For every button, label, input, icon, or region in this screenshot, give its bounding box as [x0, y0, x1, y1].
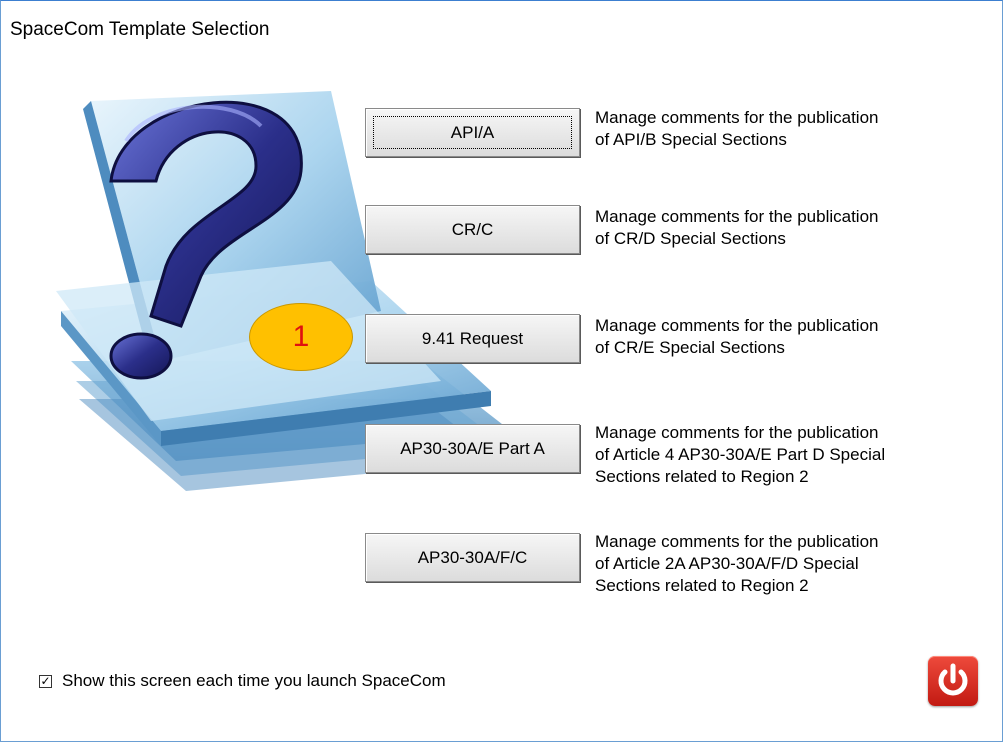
annotation-badge: 1 — [249, 303, 353, 371]
template-description-ap30-30a-e-part-a: Manage comments for the publication of A… — [595, 423, 886, 486]
template-description-cr-c: Manage comments for the publication of C… — [595, 207, 879, 248]
template-button-cr-c[interactable]: CR/C — [365, 205, 580, 254]
exit-button[interactable] — [928, 656, 978, 706]
show-on-launch-label[interactable]: Show this screen each time you launch Sp… — [62, 671, 446, 691]
template-button-ap30-30a-f-c[interactable]: AP30-30A/F/C — [365, 533, 580, 582]
template-description-9-41-request: Manage comments for the publication of C… — [595, 316, 879, 357]
show-on-launch-checkbox[interactable]: ✓ — [39, 674, 52, 688]
show-on-launch-row: ✓ Show this screen each time you launch … — [39, 671, 446, 691]
template-description-ap30-30a-f-c: Manage comments for the publication of A… — [595, 532, 879, 595]
dialog-window: SpaceCom Template Selection API/A Manage… — [0, 0, 1003, 742]
template-description-api-a: Manage comments for the publication of A… — [595, 108, 879, 149]
template-button-api-a[interactable]: API/A — [365, 108, 580, 157]
focus-ring — [373, 116, 572, 149]
power-icon — [938, 663, 968, 696]
checkmark-icon: ✓ — [40, 674, 51, 688]
template-button-9-41-request[interactable]: 9.41 Request — [365, 314, 580, 363]
template-button-ap30-30a-e-part-a[interactable]: AP30-30A/E Part A — [365, 424, 580, 473]
window-title: SpaceCom Template Selection — [10, 19, 270, 40]
